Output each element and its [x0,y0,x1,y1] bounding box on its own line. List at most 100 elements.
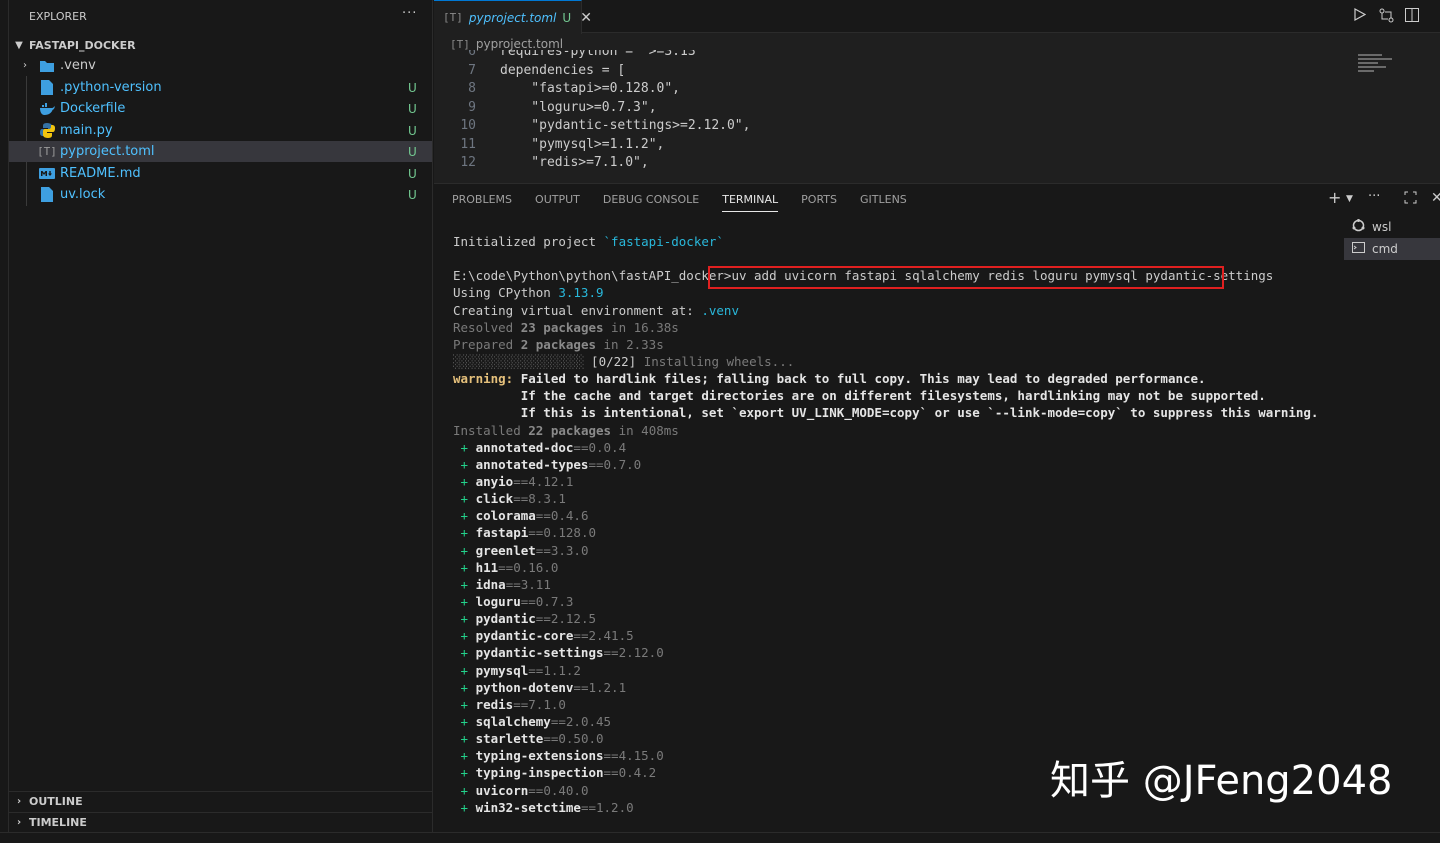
code-view[interactable]: 6 requires-python = ">=3.13" 7 dependenc… [434,50,1354,183]
outline-section-header[interactable]: › OUTLINE [9,791,433,811]
added-marker: + [453,799,476,815]
progress-text: Installing wheels... [636,353,795,369]
file-icon [39,80,55,96]
tree-item-uv-lock[interactable]: uv.lock U [9,184,432,205]
python-version: 3.13.9 [558,285,604,301]
line-number: 10 [460,118,476,133]
close-panel-icon[interactable]: ✕ [1431,190,1440,206]
code-text: "loguru>=0.7.3", [500,99,657,115]
added-marker: + [453,508,476,524]
package-line: + annotated-types==0.7.0 [453,457,1353,474]
package-line: + loguru==0.7.3 [453,594,1353,611]
package-version: ==1.1.2 [528,662,581,678]
tree-item-pyproject-toml[interactable]: [T] pyproject.toml U [9,141,432,162]
command-highlight-box [708,266,1224,289]
code-line: 9 "loguru>=0.7.3", [434,100,1354,119]
terminal-instance-list: wsl cmd [1344,216,1440,260]
line-number: 9 [468,99,476,115]
package-version: ==0.4.2 [603,765,657,781]
tree-item-main-py[interactable]: main.py U [9,120,432,141]
breadcrumb[interactable]: [T] pyproject.toml [450,37,563,51]
added-marker: + [453,748,476,764]
tab-terminal[interactable]: TERMINAL [722,184,778,216]
package-version: ==0.128.0 [528,525,596,541]
activity-bar-edge [0,0,9,832]
added-marker: + [453,662,476,678]
new-terminal-icon[interactable]: + [1328,188,1341,207]
code-line: 6 requires-python = ">=3.13" [434,50,1354,63]
warning-label: warning: [453,371,514,387]
more-actions-icon[interactable]: ··· [1368,189,1380,204]
tree-item-label: pyproject.toml [60,144,155,159]
terminal-line: Initialized project `fastapi-docker` [453,234,1353,251]
package-line: + annotated-doc==0.0.4 [453,440,1353,457]
tab-pyproject-toml[interactable]: [T] pyproject.toml U ✕ [434,0,592,34]
package-version: ==0.7.3 [520,593,574,609]
minimap[interactable] [1358,54,1394,78]
package-name: loguru [475,593,521,609]
terminal-text: Creating virtual environment at: [453,302,702,318]
maximize-panel-icon[interactable] [1404,191,1417,208]
code-text: "pydantic-settings>=2.12.0", [500,118,751,133]
run-icon[interactable] [1352,7,1368,24]
python-icon [39,123,55,139]
tab-problems[interactable]: PROBLEMS [452,184,512,216]
prepared-count: 2 packages [520,336,596,352]
tab-untracked-badge: U [562,10,572,25]
terminal-output[interactable]: Initialized project `fastapi-docker` E:\… [453,234,1353,817]
tree-item-dockerfile[interactable]: Dockerfile U [9,98,432,119]
close-icon[interactable]: ✕ [580,10,592,26]
workspace-folder-name: FASTAPI_DOCKER [29,38,136,52]
explorer-more-actions-icon[interactable]: ··· [402,6,417,21]
split-editor-icon[interactable] [1404,8,1420,24]
package-version: ==2.0.45 [550,713,612,729]
tab-output[interactable]: OUTPUT [535,184,580,216]
tree-item-venv[interactable]: › .venv [9,55,432,76]
tree-item-label: uv.lock [60,187,106,202]
tree-item-label: .venv [60,58,96,73]
tab-label: pyproject.toml [468,10,557,25]
toml-icon: [T] [37,145,57,158]
outline-label: OUTLINE [29,795,83,808]
tree-item-python-version[interactable]: .python-version U [9,77,432,98]
editor-tab-bar: [T] pyproject.toml U ✕ [434,0,1440,34]
untracked-badge: U [408,187,417,202]
timeline-section-header[interactable]: › TIMELINE [9,812,433,832]
added-marker: + [453,473,476,489]
breadcrumb-file[interactable]: pyproject.toml [476,37,563,51]
terminal-text: Prepared [453,336,521,352]
tab-ports[interactable]: PORTS [801,184,837,216]
terminal-text: Resolved [453,319,521,335]
added-marker: + [453,456,476,472]
chevron-right-icon: › [16,796,22,807]
workspace-folder-header[interactable]: ▼ FASTAPI_DOCKER [9,35,433,55]
code-text: requires-python = ">=3.13" [500,50,704,59]
package-line: + sqlalchemy==2.0.45 [453,714,1353,731]
package-name: annotated-doc [475,439,574,455]
project-name: `fastapi-docker` [603,234,724,249]
installed-count: 22 packages [528,422,612,438]
code-line: 8 "fastapi>=0.128.0", [434,81,1354,100]
terminal-instance-cmd[interactable]: cmd [1344,238,1440,260]
package-line: + idna==3.11 [453,577,1353,594]
terminal-line: ░░░░░░░░░░░░░░░░░░░░ [0/22] Installing w… [453,354,1353,371]
package-name: pydantic [475,611,536,627]
tree-item-readme-md[interactable]: README.md U [9,163,432,184]
terminal-line: Resolved 23 packages in 16.38s [453,320,1353,337]
added-marker: + [453,628,476,644]
tab-gitlens[interactable]: GITLENS [860,184,907,216]
added-marker: + [453,782,476,798]
docker-icon [39,101,55,117]
compare-changes-icon[interactable] [1378,8,1394,24]
untracked-badge: U [408,166,417,181]
tab-debug-console[interactable]: DEBUG CONSOLE [603,184,699,216]
chevron-down-icon[interactable]: ▼ [1346,194,1353,204]
terminal-line: Prepared 2 packages in 2.33s [453,337,1353,354]
terminal-instance-wsl[interactable]: wsl [1344,216,1440,238]
warning-text: Failed to hardlink files; falling back t… [513,371,1206,387]
resolved-count: 23 packages [520,319,604,335]
package-version: ==3.11 [505,576,551,592]
folder-icon [39,58,55,74]
prepared-time: in 2.33s [596,336,664,352]
code-line: 11 "pymysql>=1.1.2", [434,137,1354,156]
